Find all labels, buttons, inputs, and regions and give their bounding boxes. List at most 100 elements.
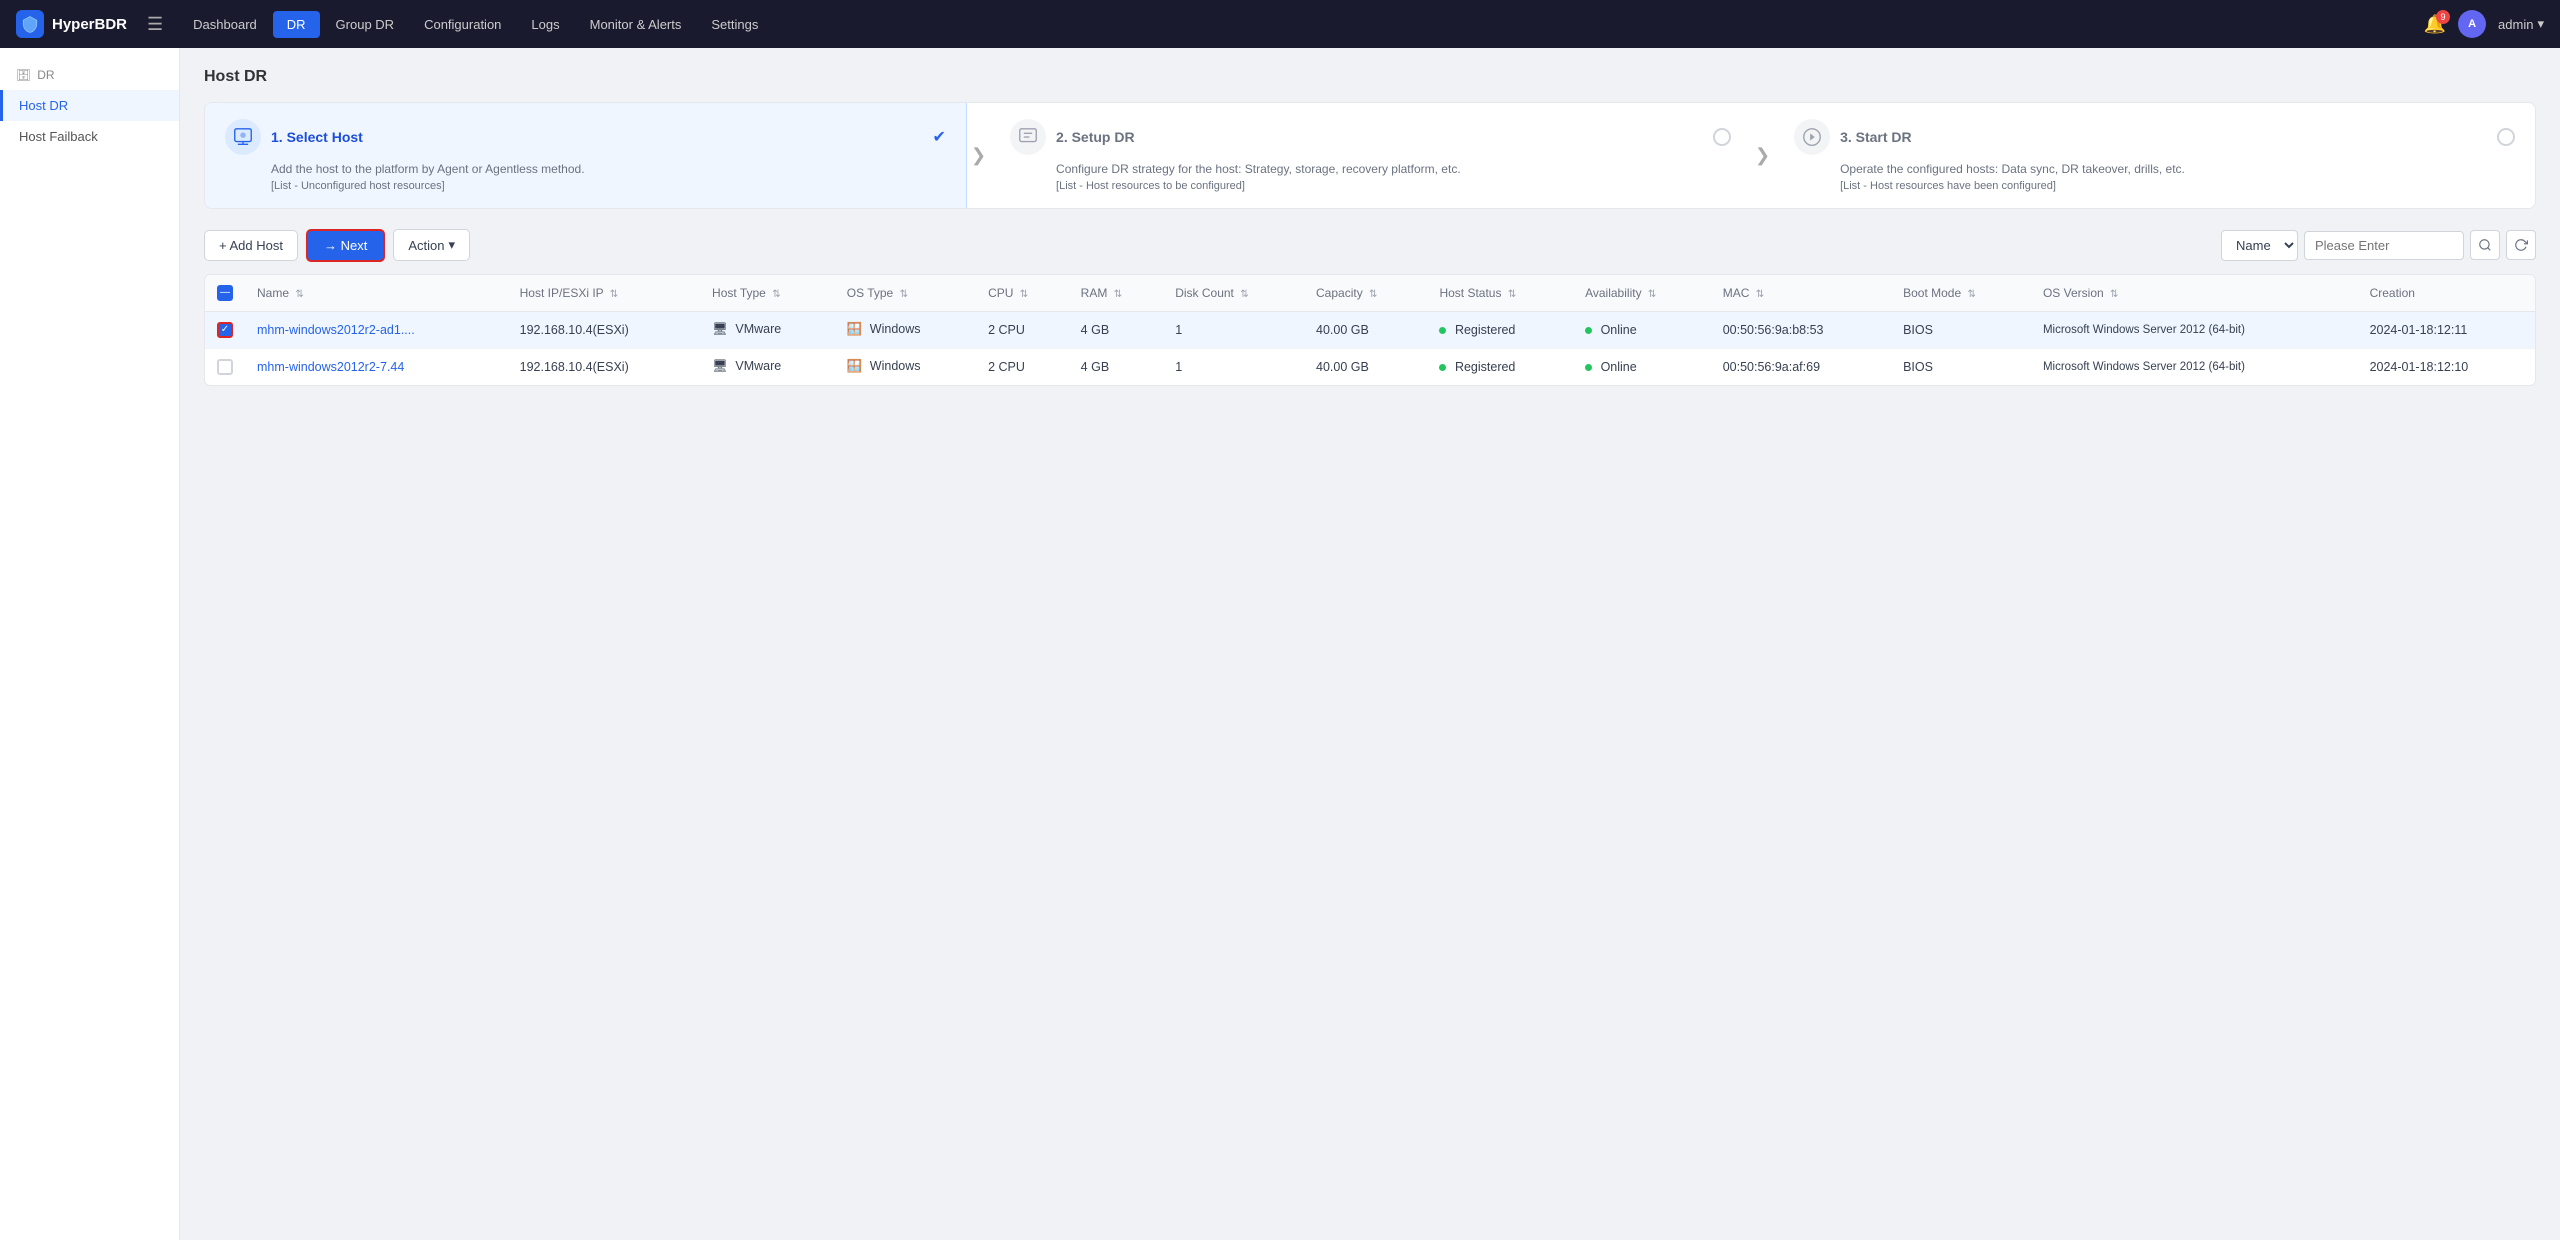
step-1-header: 1. Select Host ✔ bbox=[225, 119, 946, 155]
sort-boot-mode-icon[interactable]: ⇅ bbox=[1967, 289, 1975, 300]
row-1-disk-count: 1 bbox=[1163, 311, 1304, 348]
select-all-checkbox-wrap: — bbox=[217, 285, 233, 301]
add-host-button[interactable]: + Add Host bbox=[204, 230, 298, 261]
nav-group-dr[interactable]: Group DR bbox=[322, 11, 409, 38]
row-1-ram: 4 GB bbox=[1069, 311, 1164, 348]
server-icon: 🗄 bbox=[16, 68, 31, 82]
row-1-checkbox-wrap: ✓ bbox=[217, 322, 233, 338]
nav-monitor-alerts[interactable]: Monitor & Alerts bbox=[576, 11, 696, 38]
vmware-icon: 🖥 bbox=[712, 322, 728, 336]
row-1-checkbox[interactable]: ✓ bbox=[217, 322, 233, 338]
col-host-type: Host Type ⇅ bbox=[700, 275, 835, 312]
row-2-boot-mode: BIOS bbox=[1891, 348, 2031, 385]
step-3-icon bbox=[1794, 119, 1830, 155]
step-cards: 1. Select Host ✔ Add the host to the pla… bbox=[204, 102, 2536, 209]
nav-right: 🔔 9 A admin ▾ bbox=[2424, 10, 2544, 38]
nav-dr[interactable]: DR bbox=[273, 11, 320, 38]
app-body: 🗄 DR Host DR Host Failback Host DR bbox=[0, 48, 2560, 1240]
sort-capacity-icon[interactable]: ⇅ bbox=[1369, 289, 1377, 300]
row-2-host-type: 🖥 VMware bbox=[700, 348, 835, 385]
col-os-version: OS Version ⇅ bbox=[2031, 275, 2358, 312]
col-boot-mode: Boot Mode ⇅ bbox=[1891, 275, 2031, 312]
sidebar-item-host-dr[interactable]: Host DR bbox=[0, 90, 179, 121]
table-header: — Name ⇅ Host IP/ESXi IP ⇅ Host Type bbox=[205, 275, 2535, 312]
top-nav: HyperBDR ☰ Dashboard DR Group DR Configu… bbox=[0, 0, 2560, 48]
sidebar-parent-dr: 🗄 DR bbox=[0, 60, 179, 90]
col-os-type: OS Type ⇅ bbox=[835, 275, 976, 312]
sort-host-status-icon[interactable]: ⇅ bbox=[1508, 289, 1516, 300]
col-creation: Creation bbox=[2358, 275, 2535, 312]
chevron-down-icon: ▾ bbox=[2537, 16, 2544, 32]
row-2-os-type: 🪟 Windows bbox=[835, 348, 976, 385]
step-1-icon bbox=[225, 119, 261, 155]
step-2-link: [List - Host resources to be configured] bbox=[1056, 180, 1731, 192]
sidebar-item-host-failback[interactable]: Host Failback bbox=[0, 121, 179, 152]
step-1-link: [List - Unconfigured host resources] bbox=[271, 180, 946, 192]
sort-host-ip-icon[interactable]: ⇅ bbox=[610, 289, 618, 300]
step-2-icon bbox=[1010, 119, 1046, 155]
filter-input[interactable] bbox=[2304, 231, 2464, 260]
row-2-name[interactable]: mhm-windows2012r2-7.44 bbox=[257, 360, 404, 374]
row-2-host-ip: 192.168.10.4(ESXi) bbox=[508, 348, 700, 385]
row-1-availability: Online bbox=[1573, 311, 1711, 348]
col-capacity: Capacity ⇅ bbox=[1304, 275, 1427, 312]
sort-cpu-icon[interactable]: ⇅ bbox=[1020, 289, 1028, 300]
row-2-avail-dot bbox=[1585, 364, 1592, 371]
row-2-os-version: Microsoft Windows Server 2012 (64-bit) bbox=[2031, 348, 2358, 385]
row-2-capacity: 40.00 GB bbox=[1304, 348, 1427, 385]
logo-text: HyperBDR bbox=[52, 16, 127, 33]
nav-dashboard[interactable]: Dashboard bbox=[179, 11, 271, 38]
user-menu[interactable]: admin ▾ bbox=[2498, 16, 2544, 32]
step-1-desc: Add the host to the platform by Agent or… bbox=[271, 161, 946, 178]
vmware-icon-2: 🖥 bbox=[712, 359, 728, 373]
row-1-creation: 2024-01-18:12:11 bbox=[2358, 311, 2535, 348]
col-mac: MAC ⇅ bbox=[1711, 275, 1891, 312]
sidebar-item-label: Host DR bbox=[19, 98, 68, 113]
user-avatar[interactable]: A bbox=[2458, 10, 2486, 38]
row-1-host-ip: 192.168.10.4(ESXi) bbox=[508, 311, 700, 348]
nav-configuration[interactable]: Configuration bbox=[410, 11, 515, 38]
step-1-check: ✔ bbox=[933, 127, 946, 147]
sort-availability-icon[interactable]: ⇅ bbox=[1648, 289, 1656, 300]
hamburger-icon[interactable]: ☰ bbox=[147, 14, 163, 35]
step-3-header: 3. Start DR bbox=[1794, 119, 2515, 155]
row-2-checkbox[interactable] bbox=[217, 359, 233, 375]
sort-ram-icon[interactable]: ⇅ bbox=[1114, 289, 1122, 300]
row-2-status-dot bbox=[1439, 364, 1446, 371]
host-table: — Name ⇅ Host IP/ESXi IP ⇅ Host Type bbox=[204, 274, 2536, 386]
step-2-title: 2. Setup DR bbox=[1056, 129, 1135, 145]
windows-icon: 🪟 bbox=[847, 322, 863, 336]
select-all-checkbox[interactable]: — bbox=[217, 285, 233, 301]
search-button[interactable] bbox=[2470, 230, 2500, 260]
col-host-ip: Host IP/ESXi IP ⇅ bbox=[508, 275, 700, 312]
nav-settings[interactable]: Settings bbox=[697, 11, 772, 38]
sort-name-icon[interactable]: ⇅ bbox=[295, 289, 303, 300]
sort-mac-icon[interactable]: ⇅ bbox=[1756, 289, 1764, 300]
toolbar: + Add Host → Next Action ▾ Name bbox=[204, 229, 2536, 262]
row-1-host-type: 🖥 VMware bbox=[700, 311, 835, 348]
table-body: ✓ mhm-windows2012r2-ad1.... 192.168.10.4… bbox=[205, 311, 2535, 385]
step-3-link: [List - Host resources have been configu… bbox=[1840, 180, 2515, 192]
sort-disk-count-icon[interactable]: ⇅ bbox=[1240, 289, 1248, 300]
action-label: Action bbox=[408, 238, 444, 253]
row-1-name[interactable]: mhm-windows2012r2-ad1.... bbox=[257, 323, 415, 337]
row-2-mac: 00:50:56:9a:af:69 bbox=[1711, 348, 1891, 385]
next-button[interactable]: → Next bbox=[306, 229, 385, 262]
main-content: Host DR 1. Select Host ✔ Add the ho bbox=[180, 48, 2560, 1240]
sort-host-type-icon[interactable]: ⇅ bbox=[772, 289, 780, 300]
action-chevron-icon: ▾ bbox=[448, 237, 455, 253]
refresh-button[interactable] bbox=[2506, 230, 2536, 260]
bell-button[interactable]: 🔔 9 bbox=[2424, 14, 2446, 35]
filter-name-select[interactable]: Name bbox=[2221, 230, 2298, 261]
step-separator-2-3: ❯ bbox=[1751, 145, 1774, 166]
row-2-ram: 4 GB bbox=[1069, 348, 1164, 385]
sidebar: 🗄 DR Host DR Host Failback bbox=[0, 48, 180, 1240]
step-card-3: 3. Start DR Operate the configured hosts… bbox=[1774, 103, 2535, 208]
nav-logs[interactable]: Logs bbox=[517, 11, 573, 38]
windows-icon-2: 🪟 bbox=[847, 359, 863, 373]
action-button[interactable]: Action ▾ bbox=[393, 229, 470, 261]
sort-os-type-icon[interactable]: ⇅ bbox=[900, 289, 908, 300]
step-1-title: 1. Select Host bbox=[271, 129, 363, 145]
row-1-os-version: Microsoft Windows Server 2012 (64-bit) bbox=[2031, 311, 2358, 348]
sort-os-version-icon[interactable]: ⇅ bbox=[2110, 289, 2118, 300]
